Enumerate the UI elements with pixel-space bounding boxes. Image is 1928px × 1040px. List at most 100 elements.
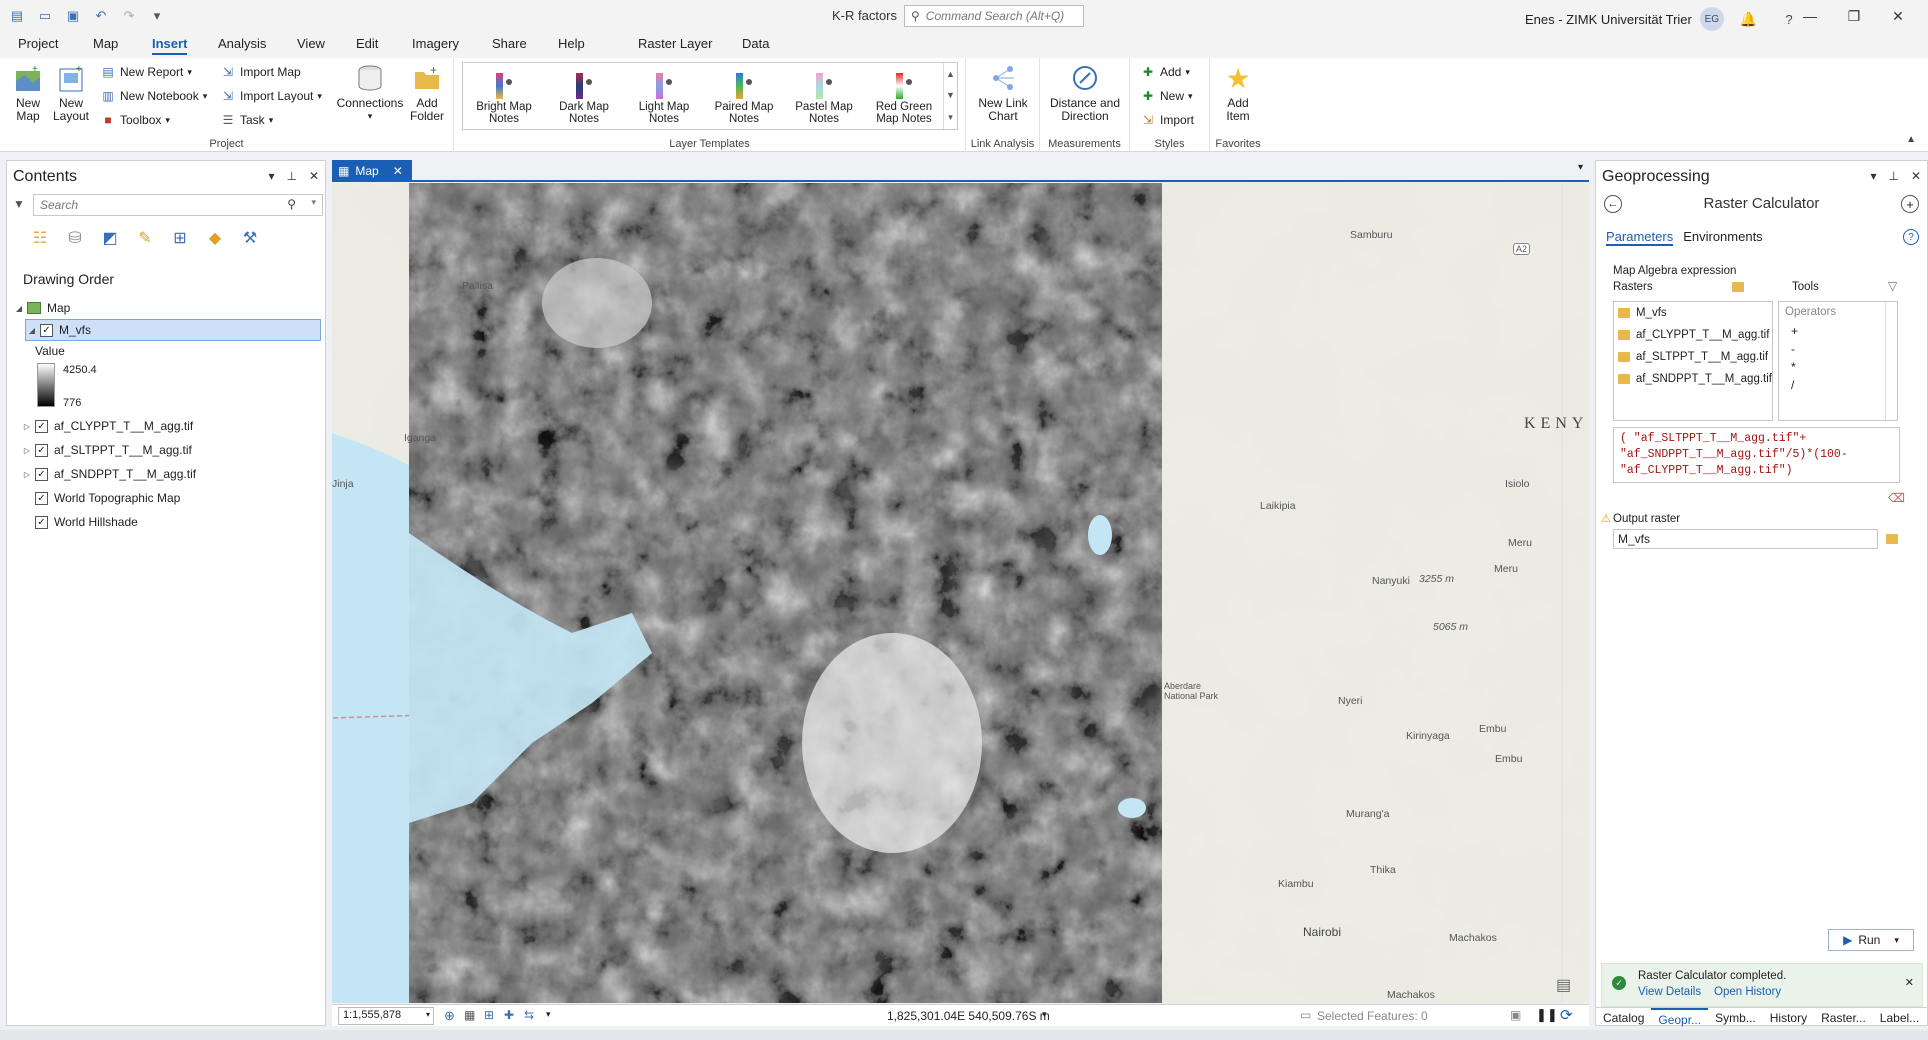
tools-label[interactable]: Tools — [1792, 281, 1819, 293]
chevron-down-icon[interactable]: ▾ — [311, 197, 316, 208]
close-button[interactable]: ✕ — [1878, 4, 1918, 28]
operator-item[interactable]: / — [1779, 376, 1897, 394]
editing-icon[interactable]: ✎ — [134, 227, 156, 249]
raster-item[interactable]: M_vfs — [1614, 302, 1772, 324]
expression-editor[interactable]: ( "af_SLTPPT_T__M_agg.tif"+ "af_SNDPPT_T… — [1613, 427, 1900, 483]
scale-selector[interactable]: 1:1,555,878 ▾ — [338, 1007, 434, 1025]
collapse-icon[interactable]: ◢ — [13, 304, 25, 313]
new-notebook-button[interactable]: ▥ New Notebook ▾ — [100, 88, 207, 104]
collapse-ribbon-icon[interactable]: ▲ — [1906, 134, 1916, 145]
tab-environments[interactable]: Environments — [1683, 229, 1762, 246]
folder-icon[interactable] — [1732, 281, 1744, 295]
tab-map[interactable]: Map — [93, 36, 118, 51]
layer-row[interactable]: ▷ ✓ af_SNDPPT_T__M_agg.tif — [21, 463, 321, 485]
user-area[interactable]: Enes - ZIMK Universität Trier EG 🔔 ? — [1525, 7, 1793, 31]
import-map-button[interactable]: ⇲ Import Map — [220, 64, 301, 80]
new-project-icon[interactable]: ▤ — [8, 7, 26, 25]
charts-icon[interactable]: ⚒ — [239, 227, 261, 249]
close-icon[interactable]: ✕ — [393, 164, 403, 178]
gallery-expand-icon[interactable]: ▾ — [948, 112, 953, 123]
pastel-map-notes-item[interactable]: Pastel Map Notes — [785, 65, 863, 125]
layer-row-selected[interactable]: ◢ ✓ M_vfs — [25, 319, 321, 341]
raster-item[interactable]: af_CLYPPT_T__M_agg.tif — [1614, 324, 1772, 346]
layer-visibility-checkbox[interactable]: ✓ — [35, 515, 48, 529]
output-raster-input[interactable]: M_vfs — [1613, 529, 1878, 549]
restore-button[interactable]: ❐ — [1834, 4, 1874, 28]
filter-icon[interactable]: ▽ — [1888, 279, 1897, 293]
tab-map-view[interactable]: ▦ Map ✕ — [332, 160, 412, 182]
layer-row[interactable]: ✓ World Topographic Map — [35, 487, 321, 509]
add-tool-icon[interactable]: + — [1901, 195, 1919, 213]
layer-row[interactable]: ▷ ✓ af_SLTPPT_T__M_agg.tif — [21, 439, 321, 461]
drawing-order-icon[interactable]: ☷ — [29, 227, 51, 249]
task-button[interactable]: ☰ Task ▾ — [220, 112, 274, 128]
tab-imagery[interactable]: Imagery — [412, 36, 459, 51]
tab-share[interactable]: Share — [492, 36, 527, 51]
chevron-down-icon[interactable]: ▾ — [1894, 935, 1899, 946]
notifications-icon[interactable]: 🔔 — [1740, 11, 1757, 28]
eraser-icon[interactable]: ⌫ — [1888, 491, 1905, 505]
refresh-icon[interactable]: ⟳ — [1560, 1006, 1573, 1024]
redo-icon[interactable]: ↷ — [120, 7, 138, 25]
layer-visibility-checkbox[interactable]: ✓ — [40, 323, 53, 337]
tab-catalog[interactable]: Catalog — [1596, 1008, 1651, 1027]
minimize-button[interactable]: — — [1790, 4, 1830, 28]
import-layout-button[interactable]: ⇲ Import Layout ▾ — [220, 88, 322, 104]
tab-view[interactable]: View — [297, 36, 325, 51]
tab-symbology[interactable]: Symb... — [1708, 1008, 1763, 1027]
open-history-link[interactable]: Open History — [1714, 986, 1781, 998]
pin-icon[interactable]: ⊥ — [1888, 169, 1898, 183]
toolbox-button[interactable]: ■ Toolbox ▾ — [100, 112, 170, 128]
collapse-icon[interactable]: ◢ — [26, 326, 38, 335]
chevron-down-icon[interactable]: ▾ — [546, 1009, 551, 1020]
new-map-button[interactable]: + New Map — [8, 62, 48, 123]
expand-icon[interactable]: ▷ — [21, 470, 33, 479]
operator-item[interactable]: * — [1779, 358, 1897, 376]
close-icon[interactable]: ✕ — [1905, 976, 1914, 989]
light-map-notes-item[interactable]: Light Map Notes — [625, 65, 703, 125]
tab-data[interactable]: Data — [742, 36, 769, 51]
view-menu-icon[interactable]: ▾ — [1578, 162, 1583, 173]
tab-history[interactable]: History — [1763, 1008, 1814, 1027]
layer-visibility-checkbox[interactable]: ✓ — [35, 419, 48, 433]
tab-geoprocessing[interactable]: Geopr... — [1651, 1008, 1709, 1027]
layer-row[interactable]: ▷ ✓ af_CLYPPT_T__M_agg.tif — [21, 415, 321, 437]
raster-item[interactable]: af_SNDPPT_T__M_agg.tif — [1614, 368, 1772, 390]
pin-icon[interactable]: ⊥ — [286, 169, 296, 183]
tab-analysis[interactable]: Analysis — [218, 36, 266, 51]
new-layout-button[interactable]: + New Layout — [50, 62, 92, 123]
map-tips-icon[interactable]: ▤ — [1556, 975, 1571, 995]
gallery-scroll[interactable]: ▲ ▼ ▾ — [943, 63, 957, 129]
layer-visibility-checkbox[interactable]: ✓ — [35, 491, 48, 505]
scroll-up-icon[interactable]: ▲ — [946, 69, 955, 79]
layer-row[interactable]: ✓ World Hillshade — [35, 511, 321, 533]
pane-menu-icon[interactable]: ▾ — [268, 169, 274, 183]
map-tree-node[interactable]: ◢ Map — [7, 297, 325, 319]
run-button[interactable]: ▶ Run ▾ — [1828, 929, 1914, 951]
snapping-icon[interactable]: ⊞ — [484, 1008, 494, 1022]
grid-icon[interactable]: ▦ — [464, 1008, 475, 1022]
filter-icon[interactable]: ▼ — [13, 197, 25, 211]
chevron-down-icon[interactable]: ▾ — [1042, 1009, 1047, 1020]
dark-map-notes-item[interactable]: Dark Map Notes — [545, 65, 623, 125]
new-report-button[interactable]: ▤ New Report ▾ — [100, 64, 192, 80]
view-details-link[interactable]: View Details — [1638, 986, 1701, 998]
expand-icon[interactable]: ▷ — [21, 446, 33, 455]
add-folder-button[interactable]: + Add Folder — [406, 62, 448, 123]
map-canvas[interactable]: Pallisa Iganga Jinja Samburu Laikipia Is… — [332, 183, 1589, 1003]
customize-qat-icon[interactable]: ▾ — [148, 7, 166, 25]
command-search[interactable]: ⚲ Command Search (Alt+Q) — [904, 5, 1084, 27]
distance-direction-button[interactable]: Distance and Direction — [1044, 62, 1126, 123]
tab-raster[interactable]: Raster... — [1814, 1008, 1873, 1027]
tab-raster-layer[interactable]: Raster Layer — [638, 36, 712, 51]
tab-project[interactable]: Project — [18, 36, 58, 51]
paired-map-notes-item[interactable]: Paired Map Notes — [705, 65, 783, 125]
contents-search-input[interactable]: Search ⚲ ▾ — [33, 194, 323, 216]
operator-item[interactable]: - — [1779, 340, 1897, 358]
style-import-button[interactable]: ⇲ Import — [1140, 112, 1194, 128]
labeling-icon[interactable]: ◆ — [204, 227, 226, 249]
help-icon[interactable]: ? — [1903, 229, 1919, 245]
layer-visibility-checkbox[interactable]: ✓ — [35, 467, 48, 481]
snapping-icon[interactable]: ⊞ — [169, 227, 191, 249]
raster-item[interactable]: af_SLTPPT_T__M_agg.tif — [1614, 346, 1772, 368]
